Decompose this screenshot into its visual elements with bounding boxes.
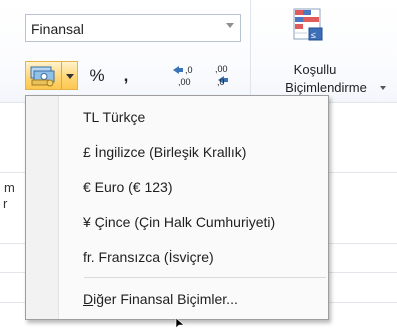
menu-item-label: Diğer Finansal Biçimler...	[83, 291, 238, 307]
menu-item-tl-turkish[interactable]: TL Türkçe	[58, 100, 328, 132]
more-accounting-formats-item[interactable]: Diğer Finansal Biçimler...	[58, 282, 328, 314]
menu-item-pound-english[interactable]: £ İngilizce (Birleşik Krallık)	[58, 135, 328, 167]
row-cell-fragment: r	[3, 196, 8, 211]
menu-item-label: £ İngilizce (Birleşik Krallık)	[83, 144, 247, 160]
mnemonic-letter: D	[83, 291, 94, 307]
menu-item-label: fr. Fransızca (İsviçre)	[83, 249, 214, 265]
menu-item-label: € Euro (€ 123)	[83, 179, 173, 195]
svg-text:,0: ,0	[185, 65, 193, 75]
svg-text:≤: ≤	[311, 30, 316, 40]
currency-format-menu: TL Türkçe £ İngilizce (Birleşik Krallık)…	[25, 95, 329, 320]
chevron-down-icon[interactable]	[380, 86, 386, 90]
mouse-cursor-icon	[175, 318, 185, 329]
menu-item-franc-swiss[interactable]: fr. Fransızca (İsviçre)	[58, 240, 328, 272]
number-format-value: Finansal	[31, 21, 84, 37]
conditional-formatting-label[interactable]: Koşullu	[260, 62, 370, 77]
money-bills-icon	[30, 66, 55, 87]
chevron-down-icon[interactable]	[66, 74, 74, 79]
menu-icon-gutter	[26, 96, 59, 319]
decrease-decimal-icon[interactable]: ,00 ,0	[203, 62, 233, 88]
comma-style-button[interactable]: ,	[116, 61, 136, 90]
menu-item-label: ¥ Çince (Çin Halk Cumhuriyeti)	[83, 214, 276, 230]
menu-item-euro[interactable]: € Euro (€ 123)	[58, 170, 328, 202]
menu-separator	[84, 277, 326, 278]
menu-item-label-rest: iğer Finansal Biçimler...	[93, 291, 238, 307]
percent-style-button[interactable]: %	[86, 61, 108, 90]
number-format-combo[interactable]: Finansal	[25, 14, 241, 42]
svg-text:,00: ,00	[215, 64, 228, 74]
column-header-fragment: m	[4, 180, 15, 195]
split-divider	[61, 62, 62, 89]
svg-text:,00: ,00	[178, 77, 191, 87]
chevron-down-icon[interactable]	[226, 23, 234, 28]
svg-text:,0: ,0	[217, 77, 225, 87]
conditional-formatting-icon[interactable]: ≤	[293, 8, 323, 48]
menu-item-label: TL Türkçe	[83, 109, 146, 125]
accounting-format-button[interactable]	[25, 61, 78, 90]
menu-item-yuan-chinese[interactable]: ¥ Çince (Çin Halk Cumhuriyeti)	[58, 205, 328, 237]
conditional-formatting-label-line2[interactable]: Biçimlendirme	[255, 80, 397, 95]
ribbon-group-divider	[250, 0, 251, 102]
increase-decimal-icon[interactable]: ,0 ,00	[170, 62, 198, 88]
